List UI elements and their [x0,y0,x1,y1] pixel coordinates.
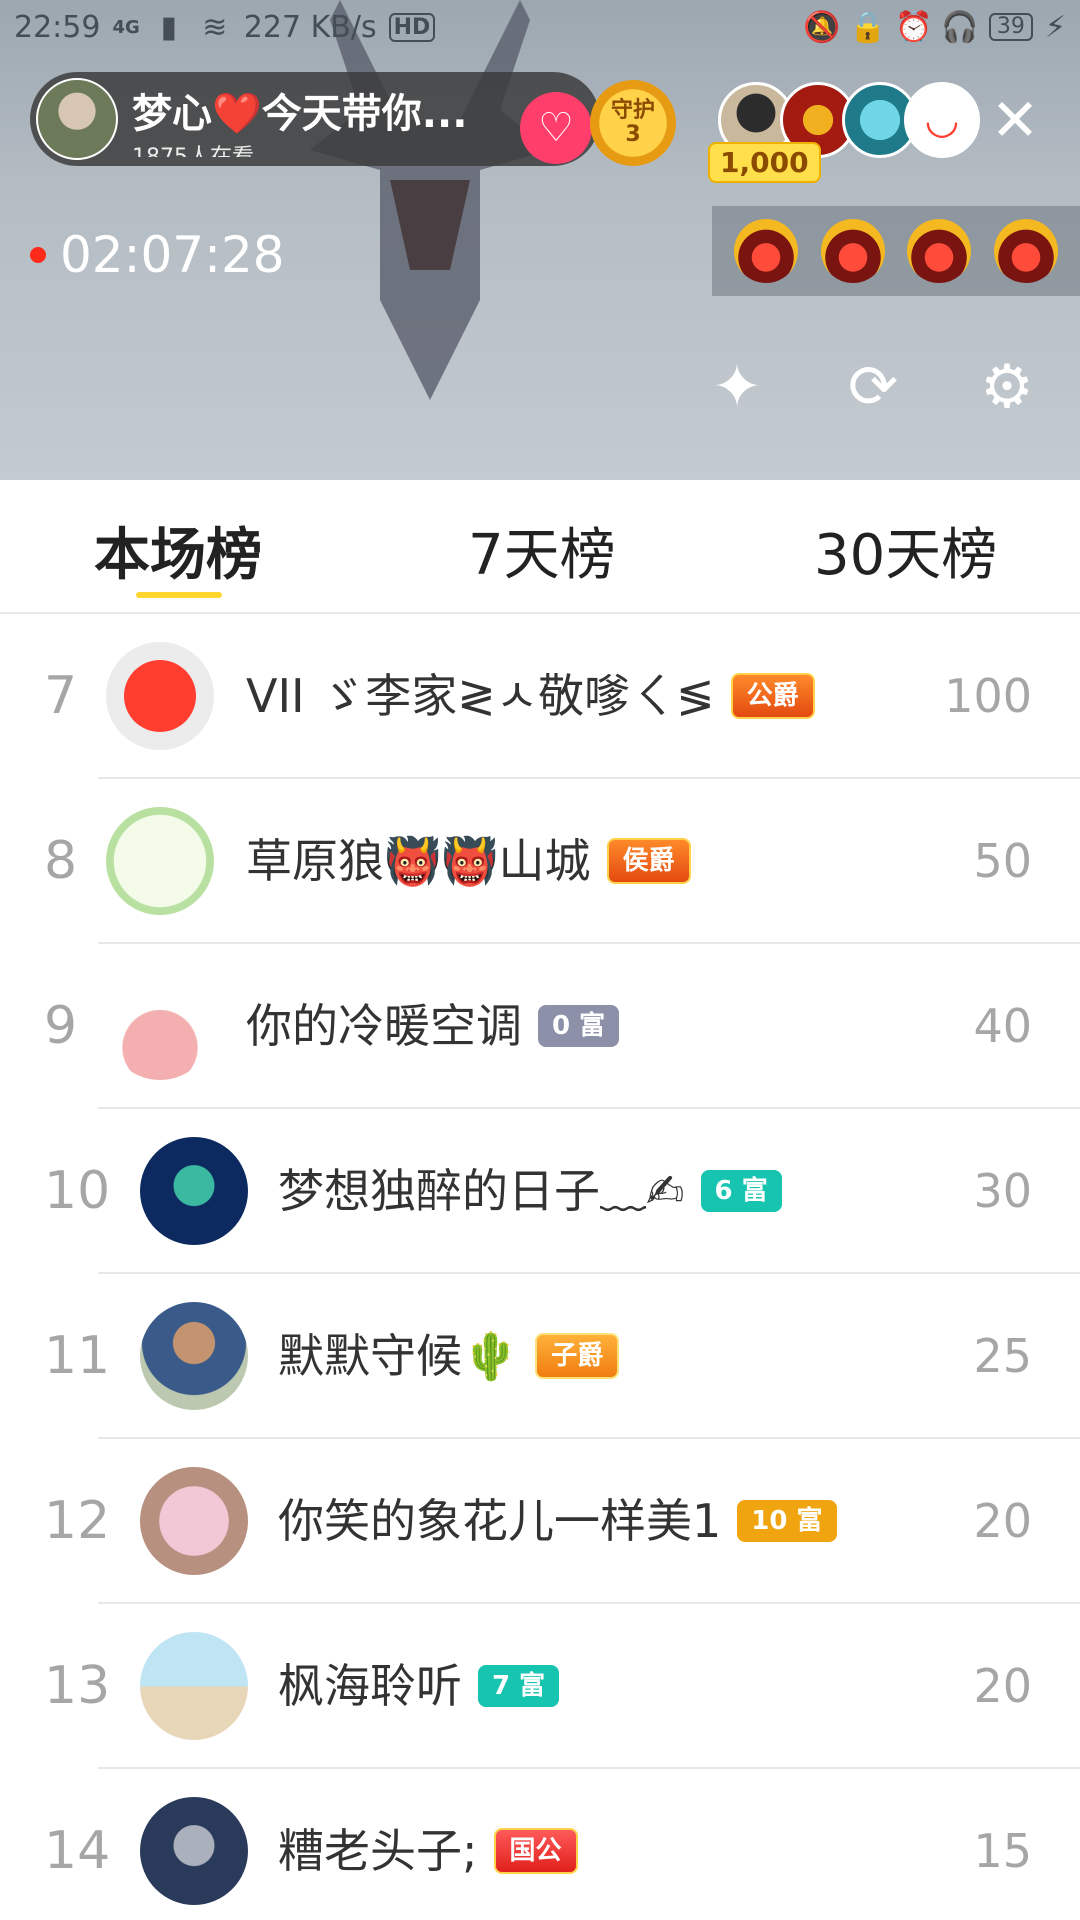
user-avatar[interactable] [106,642,214,750]
user-avatar[interactable] [140,1467,248,1575]
user-name-line: 草原狼👹👹山城 侯爵 [246,779,691,944]
user-name: 草原狼👹👹山城 [246,834,591,888]
rank-badge: 侯爵 [606,837,691,884]
headphone-icon: 🎧 [941,9,979,45]
user-avatar[interactable] [140,1632,248,1740]
status-bar: 22:59 4G ▮ ≋ 227 KB/s HD 🔕 🔒 ⏰ 🎧 39 ⚡ [0,0,1080,54]
user-name-line: 梦想独醉的日子﹏✍ 6 富 [278,1109,782,1274]
rich-level-badge: 0 富 [538,1004,620,1047]
live-duration: 02:07:28 [60,226,285,284]
live-video-area: 22:59 4G ▮ ≋ 227 KB/s HD 🔕 🔒 ⏰ 🎧 39 ⚡ 梦心… [0,0,1080,480]
ranking-tabs: 本场榜 7天榜 30天榜 [0,480,1080,614]
charging-icon: ⚡ [1044,9,1066,45]
user-name-line: 糟老头子; 国公 [278,1769,578,1920]
network-speed: 227 KB/s [243,9,377,45]
top-viewer-coin-badge: 1,000 [708,142,821,183]
rank-number: 12 [44,1491,111,1551]
user-name-line: 你笑的象花儿一样美1 10 富 [278,1439,837,1604]
lock-icon: 🔒 [849,9,887,45]
user-avatar[interactable] [140,1137,248,1245]
rank-number: 10 [44,1161,111,1221]
user-avatar[interactable] [106,972,214,1080]
viewer-avatar[interactable]: ◡ [904,82,980,158]
anchor-name: 梦心❤️今天带你... [132,91,468,137]
leaderboard-list: 7 VII ゞ李家≷ㅅ敬嗲ㄑ≶ 公爵 100 8 草原狼👹👹山城 侯爵 50 9 你… [0,614,1080,1920]
network-label: 4G [112,16,140,38]
rank-badge: 公爵 [730,672,815,719]
anchor-info-pill[interactable]: 梦心❤️今天带你... 1875人在看 [30,72,600,166]
signal-icon: ▮ [160,9,178,45]
guards-row [712,206,1080,296]
user-name: 枫海聆听 [278,1659,462,1713]
rank-number: 13 [44,1656,111,1716]
tab-current-session[interactable]: 本场榜 [94,510,262,591]
leaderboard-row[interactable]: 12 你笑的象花儿一样美1 10 富 20 [0,1439,1080,1604]
rank-number: 7 [44,666,78,726]
follow-heart-button[interactable]: ♡ [520,92,592,164]
guard-count: 3 [625,122,641,147]
user-name-line: 默默守候🌵 子爵 [278,1274,620,1439]
guard-avatar[interactable] [907,219,972,283]
alarm-icon: ⏰ [895,9,933,45]
anchor-avatar[interactable] [36,78,118,160]
user-name-line: VII ゞ李家≷ㅅ敬嗲ㄑ≶ 公爵 [246,614,815,779]
user-name: 梦想独醉的日子﹏✍ [278,1164,685,1218]
guard-avatar[interactable] [820,219,885,283]
user-name-line: 枫海聆听 7 富 [278,1604,560,1769]
user-score: 25 [973,1329,1032,1383]
leaderboard-row[interactable]: 8 草原狼👹👹山城 侯爵 50 [0,779,1080,944]
magic-wand-icon[interactable]: ✦ [700,350,774,424]
live-timer: 02:07:28 [30,226,285,284]
rank-number: 11 [44,1326,111,1386]
active-tab-indicator [136,592,222,598]
mute-icon: 🔕 [803,9,841,45]
wifi-icon: ≋ [202,9,228,45]
leaderboard-row[interactable]: 10 梦想独醉的日子﹏✍ 6 富 30 [0,1109,1080,1274]
rich-level-badge: 6 富 [700,1169,782,1212]
settings-gear-icon[interactable]: ⚙ [970,350,1044,424]
user-score: 100 [944,669,1032,723]
user-avatar[interactable] [106,807,214,915]
leaderboard-row[interactable]: 11 默默守候🌵 子爵 25 [0,1274,1080,1439]
rank-number: 8 [44,831,78,891]
guard-badge[interactable]: 守护 3 [590,80,676,166]
user-name: 你的冷暖空调 [246,999,522,1053]
user-score: 20 [973,1659,1032,1713]
rich-level-badge: 7 富 [478,1664,560,1707]
user-name: VII ゞ李家≷ㅅ敬嗲ㄑ≶ [246,669,715,723]
user-score: 50 [973,834,1032,888]
rank-number: 9 [44,996,78,1056]
user-score: 20 [973,1494,1032,1548]
user-name: 糟老头子; [278,1824,478,1878]
camera-switch-icon[interactable]: ⟳ [836,350,910,424]
user-name: 你笑的象花儿一样美1 [278,1494,722,1548]
tab-7-days[interactable]: 7天榜 [468,510,616,591]
status-time: 22:59 [14,9,101,45]
user-name-line: 你的冷暖空调 0 富 [246,944,620,1109]
heart-plus-icon: ♡ [538,105,574,151]
rank-badge: 子爵 [535,1332,620,1379]
close-icon[interactable]: ✕ [985,90,1045,150]
leaderboard-row[interactable]: 14 糟老头子; 国公 15 [0,1769,1080,1920]
user-score: 40 [973,999,1032,1053]
user-score: 30 [973,1164,1032,1218]
user-avatar[interactable] [140,1797,248,1905]
guard-avatar[interactable] [993,219,1058,283]
leaderboard-row[interactable]: 7 VII ゞ李家≷ㅅ敬嗲ㄑ≶ 公爵 100 [0,614,1080,779]
hd-icon: HD [388,12,436,42]
leaderboard-row[interactable]: 9 你的冷暖空调 0 富 40 [0,944,1080,1109]
user-avatar[interactable] [140,1302,248,1410]
recording-dot-icon [30,247,46,263]
anchor-viewer-count: 1875人在看 [132,139,492,157]
guard-label: 守护 [610,97,655,123]
rank-number: 14 [44,1821,111,1881]
rich-level-badge: 10 富 [737,1499,837,1542]
user-name: 默默守候🌵 [278,1329,520,1383]
guard-avatar[interactable] [734,219,799,283]
rank-badge: 国公 [493,1827,578,1874]
tab-30-days[interactable]: 30天榜 [814,510,997,591]
user-score: 15 [973,1824,1032,1878]
leaderboard-row[interactable]: 13 枫海聆听 7 富 20 [0,1604,1080,1769]
battery-indicator: 39 [988,13,1033,41]
